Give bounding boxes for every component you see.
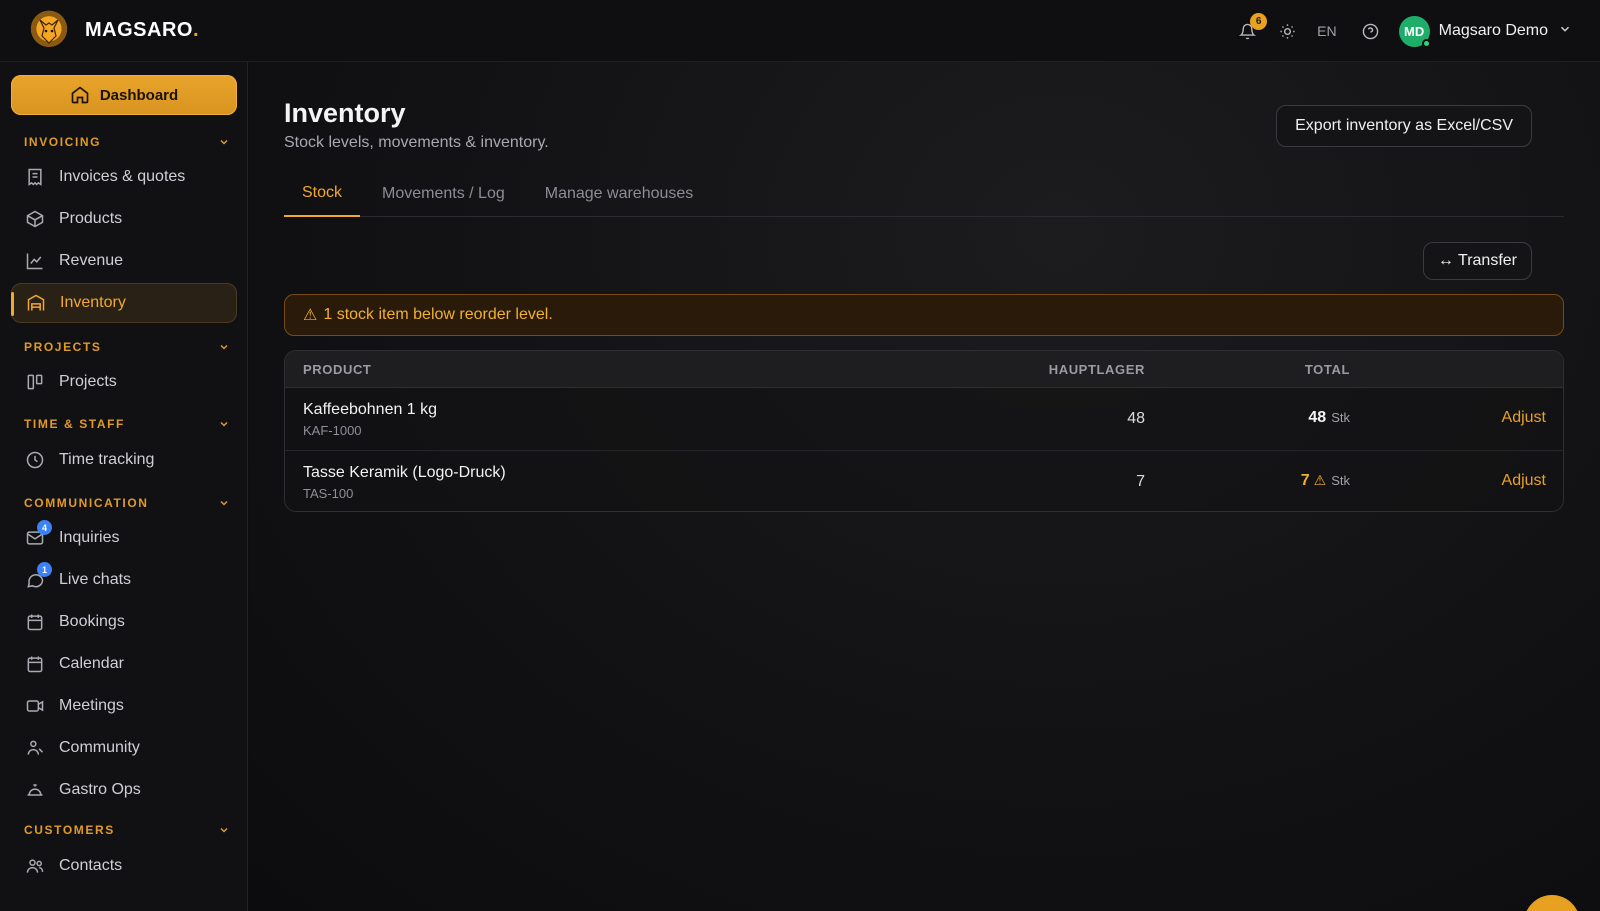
sidebar-item-bookings[interactable]: Bookings (11, 602, 237, 642)
page-title: Inventory (284, 98, 406, 128)
live-chats-badge: 1 (37, 562, 52, 577)
chevron-down-icon (220, 421, 228, 427)
sidebar-item-inventory[interactable]: Inventory (11, 283, 237, 323)
video-camera-icon (24, 695, 46, 717)
sidebar-item-revenue[interactable]: Revenue (11, 241, 237, 281)
tab-stock[interactable]: Stock (284, 171, 361, 217)
reorder-alert: ⚠ 1 stock item below reorder level. (284, 294, 1564, 336)
page-subtitle: Stock levels, movements & inventory. (284, 134, 549, 151)
main-content: Inventory Stock levels, movements & inve… (249, 62, 1600, 911)
table-header: PRODUCT HAUPTLAGER TOTAL (285, 351, 1563, 388)
section-invoicing[interactable]: INVOICING (24, 132, 230, 152)
chevron-down-icon (220, 500, 228, 506)
product-name: Kaffeebohnen 1 kg (303, 401, 438, 418)
online-status-dot (1421, 38, 1431, 48)
section-projects[interactable]: PROJECTS (24, 337, 230, 357)
sidebar-item-live-chats[interactable]: 1 Live chats (11, 560, 237, 600)
stock-table: PRODUCT HAUPTLAGER TOTAL Kaffeebohnen 1 … (284, 350, 1564, 512)
chevron-down-icon (1558, 22, 1572, 41)
users-icon (24, 855, 46, 877)
chat-bubble-icon: 1 (24, 562, 52, 591)
receipt-icon (24, 166, 46, 188)
product-sku: TAS-100 (303, 486, 354, 501)
sidebar-item-gastro-ops[interactable]: Gastro Ops (11, 770, 237, 810)
help-icon[interactable] (1357, 17, 1385, 45)
table-row: Kaffeebohnen 1 kg KAF-1000 48 48 Stk Adj… (285, 388, 1563, 451)
theme-toggle-sun-icon[interactable] (1273, 17, 1301, 45)
adjust-link[interactable]: Adjust (1502, 472, 1546, 490)
tab-manage-warehouses[interactable]: Manage warehouses (527, 171, 712, 217)
sidebar-item-meetings[interactable]: Meetings (11, 686, 237, 726)
header-total: TOTAL (1304, 361, 1350, 377)
adjust-link[interactable]: Adjust (1502, 409, 1546, 427)
brand-name: MAGSARO. (85, 19, 200, 41)
total-quantity: 48 Stk (1308, 409, 1350, 426)
sidebar: Dashboard INVOICING Invoices & quotes Pr… (0, 62, 248, 911)
kanban-icon (24, 371, 46, 393)
sidebar-item-time-tracking[interactable]: Time tracking (11, 440, 237, 480)
warehouse-quantity: 48 (1127, 410, 1145, 427)
warning-icon: ⚠ (303, 307, 318, 324)
cloche-icon (24, 779, 46, 801)
chevron-down-icon (220, 827, 228, 833)
user-menu[interactable]: MD Magsaro Demo (1398, 15, 1572, 48)
chevron-down-icon (220, 344, 228, 350)
sidebar-item-invoices[interactable]: Invoices & quotes (11, 157, 237, 197)
inquiries-badge: 4 (37, 520, 52, 535)
calendar-icon (24, 653, 46, 675)
tab-movements-log[interactable]: Movements / Log (364, 171, 523, 217)
sidebar-item-projects[interactable]: Projects (11, 362, 237, 402)
notifications-bell-icon[interactable]: 6 (1233, 13, 1268, 45)
sidebar-item-contacts[interactable]: Contacts (11, 846, 237, 886)
total-quantity: 7 ⚠ Stk (1300, 472, 1350, 489)
export-inventory-button[interactable]: Export inventory as Excel/CSV (1276, 105, 1532, 147)
sidebar-item-community[interactable]: Community (11, 728, 237, 768)
product-name: Tasse Keramik (Logo-Druck) (303, 464, 506, 481)
line-chart-icon (24, 250, 46, 272)
calendar-check-icon (24, 611, 46, 633)
sidebar-item-calendar[interactable]: Calendar (11, 644, 237, 684)
chevron-down-icon (220, 139, 228, 145)
section-time-staff[interactable]: TIME & STAFF (24, 414, 230, 434)
header-product: PRODUCT (303, 361, 372, 377)
avatar: MD (1398, 15, 1431, 48)
transfer-button[interactable]: ↔ Transfer (1422, 242, 1532, 280)
floating-action-button[interactable] (1524, 895, 1580, 911)
brand-logo-icon (27, 8, 71, 53)
sidebar-item-inquiries[interactable]: 4 Inquiries (11, 518, 237, 558)
clock-icon (24, 449, 46, 471)
box-icon (24, 208, 46, 230)
user-name: Magsaro Demo (1438, 22, 1548, 39)
warehouse-quantity: 7 (1136, 473, 1145, 490)
low-stock-warning-icon: ⚠ (1313, 472, 1327, 488)
section-communication[interactable]: COMMUNICATION (24, 493, 230, 513)
brand[interactable]: MAGSARO. (27, 8, 200, 53)
unit-label: Stk (1331, 473, 1350, 488)
top-bar: MAGSARO. 6 EN MD Magsaro Demo (0, 0, 1600, 62)
header-hauptlager: HAUPTLAGER (1048, 361, 1145, 377)
sidebar-item-products[interactable]: Products (11, 199, 237, 239)
inventory-tabs: Stock Movements / Log Manage warehouses (284, 171, 1564, 217)
product-sku: KAF-1000 (303, 423, 362, 438)
home-icon (71, 86, 89, 104)
dashboard-button[interactable]: Dashboard (11, 75, 237, 115)
alert-text: 1 stock item below reorder level. (323, 306, 553, 323)
unit-label: Stk (1331, 410, 1350, 425)
mail-icon: 4 (24, 520, 52, 549)
warehouse-icon (25, 292, 47, 314)
table-row: Tasse Keramik (Logo-Druck) TAS-100 7 7 ⚠… (285, 451, 1563, 511)
section-customers[interactable]: CUSTOMERS (24, 820, 230, 840)
community-icon (24, 737, 46, 759)
notification-count-badge: 6 (1250, 13, 1268, 30)
language-switcher[interactable]: EN (1317, 23, 1336, 39)
dashboard-label: Dashboard (99, 86, 179, 104)
